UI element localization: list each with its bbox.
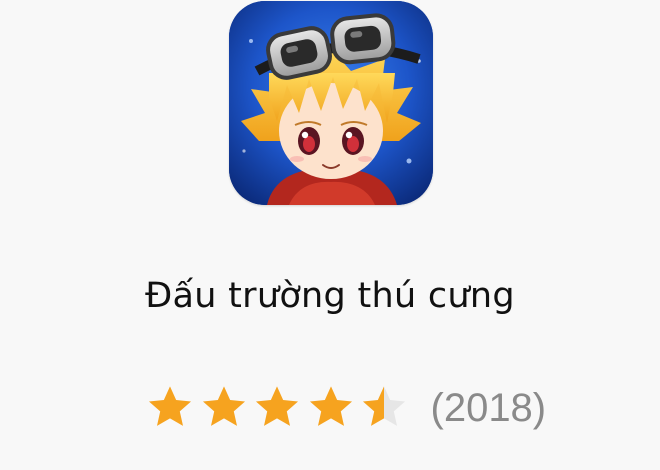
star-filled-icon xyxy=(309,386,352,426)
app-icon[interactable] xyxy=(229,1,433,205)
star-filled-icon xyxy=(148,386,192,426)
star-filled-icon xyxy=(255,386,299,426)
rating-count: (2018) xyxy=(430,386,547,430)
game-character-icon xyxy=(229,1,433,205)
star-rating xyxy=(145,383,413,433)
star-half-icon xyxy=(362,386,406,426)
app-title: Đấu trường thú cưng xyxy=(145,276,515,316)
rating: (2018) xyxy=(145,380,546,436)
star-filled-icon xyxy=(202,386,245,426)
app-card[interactable]: Đấu trường thú cưng (2018) xyxy=(0,0,660,470)
